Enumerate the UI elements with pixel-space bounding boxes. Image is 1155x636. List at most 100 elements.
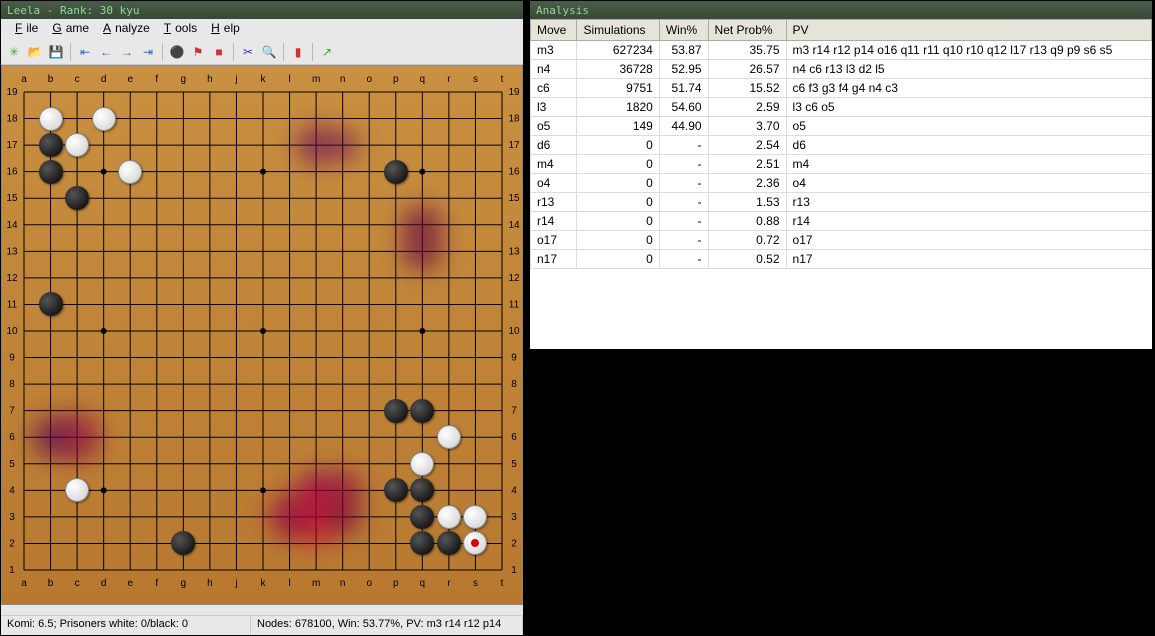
svg-text:n: n	[340, 578, 346, 589]
svg-text:12: 12	[508, 273, 520, 284]
search-icon[interactable]: 🔍	[260, 43, 278, 61]
open-icon[interactable]: 📂	[26, 43, 44, 61]
svg-text:1: 1	[511, 565, 517, 576]
menu-tools[interactable]: Tools	[156, 21, 201, 37]
stone-d18[interactable]	[92, 107, 116, 131]
stone-b16[interactable]	[39, 160, 63, 184]
menu-help[interactable]: Help	[203, 21, 244, 37]
svg-text:h: h	[207, 578, 213, 589]
col-win[interactable]: Win%	[659, 20, 708, 41]
stone-q5[interactable]	[410, 452, 434, 476]
svg-text:2: 2	[511, 538, 517, 549]
table-row[interactable]: n170-0.52n17	[531, 250, 1152, 269]
col-pv[interactable]: PV	[786, 20, 1151, 41]
table-row[interactable]: r130-1.53r13	[531, 193, 1152, 212]
toolbar: ✳📂💾 ⇤←→⇥ ⚫⚑■ ✂🔍 ▮ ↗	[1, 39, 523, 65]
svg-text:7: 7	[9, 406, 15, 417]
stone-p7[interactable]	[384, 399, 408, 423]
svg-text:o: o	[366, 578, 372, 589]
stone-q4[interactable]	[410, 478, 434, 502]
svg-text:4: 4	[511, 485, 517, 496]
menu-game[interactable]: Game	[44, 21, 93, 37]
table-row[interactable]: d60-2.54d6	[531, 136, 1152, 155]
svg-text:k: k	[261, 578, 267, 589]
svg-text:p: p	[393, 74, 399, 85]
heat-l3	[267, 494, 312, 539]
stone-r2[interactable]	[437, 531, 461, 555]
svg-text:14: 14	[6, 220, 18, 231]
svg-text:e: e	[127, 578, 133, 589]
svg-text:17: 17	[508, 140, 520, 151]
svg-text:g: g	[181, 578, 187, 589]
main-title: Leela - Rank: 30 kyu	[1, 1, 523, 19]
svg-text:13: 13	[6, 246, 18, 257]
table-row[interactable]: c6975151.7415.52c6 f3 g3 f4 g4 n4 c3	[531, 79, 1152, 98]
svg-text:8: 8	[511, 379, 517, 390]
svg-text:6: 6	[9, 432, 15, 443]
svg-text:b: b	[48, 578, 54, 589]
table-row[interactable]: o170-0.72o17	[531, 231, 1152, 250]
table-row[interactable]: r140-0.88r14	[531, 212, 1152, 231]
status-nodes: Nodes: 678100, Win: 53.77%, PV: m3 r14 r…	[251, 616, 523, 635]
stone-b17[interactable]	[39, 133, 63, 157]
svg-text:10: 10	[6, 326, 18, 337]
stone-c4[interactable]	[65, 478, 89, 502]
analysis-title: Analysis	[530, 1, 1152, 19]
last-icon[interactable]: ⇥	[139, 43, 157, 61]
svg-text:c: c	[75, 578, 80, 589]
save-icon[interactable]: 💾	[47, 43, 65, 61]
table-row[interactable]: n43672852.9526.57n4 c6 r13 l3 d2 l5	[531, 60, 1152, 79]
analysis-table[interactable]: MoveSimulationsWin%Net Prob%PV m36272345…	[530, 19, 1152, 269]
play-icon[interactable]: ⚫	[168, 43, 186, 61]
menubar: FileGameAnalyzeToolsHelp	[1, 19, 523, 39]
col-simulations[interactable]: Simulations	[577, 20, 659, 41]
bookmark-icon[interactable]: ▮	[289, 43, 307, 61]
table-row[interactable]: l3182054.602.59l3 c6 o5	[531, 98, 1152, 117]
svg-text:12: 12	[6, 273, 18, 284]
svg-text:7: 7	[511, 406, 517, 417]
stone-c17[interactable]	[65, 133, 89, 157]
svg-text:16: 16	[508, 167, 520, 178]
table-row[interactable]: m40-2.51m4	[531, 155, 1152, 174]
stone-p16[interactable]	[384, 160, 408, 184]
stone-g2[interactable]	[171, 531, 195, 555]
svg-text:r: r	[447, 578, 451, 589]
svg-text:s: s	[473, 74, 478, 85]
table-row[interactable]: o40-2.36o4	[531, 174, 1152, 193]
prev-icon[interactable]: ←	[97, 43, 115, 61]
svg-text:l: l	[288, 578, 290, 589]
col-move[interactable]: Move	[531, 20, 577, 41]
statusbar: Komi: 6.5; Prisoners white: 0/black: 0 N…	[1, 615, 523, 635]
menu-analyze[interactable]: Analyze	[95, 21, 154, 37]
stone-b11[interactable]	[39, 292, 63, 316]
stone-c15[interactable]	[65, 186, 89, 210]
col-netprob[interactable]: Net Prob%	[708, 20, 786, 41]
svg-text:p: p	[393, 578, 399, 589]
stone-b18[interactable]	[39, 107, 63, 131]
computer-icon[interactable]: ⚑	[189, 43, 207, 61]
stone-r3[interactable]	[437, 505, 461, 529]
svg-text:h: h	[207, 74, 213, 85]
svg-text:o: o	[366, 74, 372, 85]
table-row[interactable]: m362723453.8735.75m3 r14 r12 p14 o16 q11…	[531, 41, 1152, 60]
go-board[interactable]: aa1919bb1818cc1717dd1616ee1515ff1414gg13…	[1, 65, 523, 605]
new-icon[interactable]: ✳	[5, 43, 23, 61]
first-icon[interactable]: ⇤	[76, 43, 94, 61]
stone-p4[interactable]	[384, 478, 408, 502]
svg-text:19: 19	[6, 87, 18, 98]
stone-q2[interactable]	[410, 531, 434, 555]
export-icon[interactable]: ↗	[318, 43, 336, 61]
table-row[interactable]: o514944.903.70o5	[531, 117, 1152, 136]
stone-s3[interactable]	[463, 505, 487, 529]
menu-file[interactable]: File	[7, 21, 42, 37]
svg-text:15: 15	[508, 193, 520, 204]
stone-e16[interactable]	[118, 160, 142, 184]
stone-r6[interactable]	[437, 425, 461, 449]
next-icon[interactable]: →	[118, 43, 136, 61]
cut-icon[interactable]: ✂	[239, 43, 257, 61]
stop-icon[interactable]: ■	[210, 43, 228, 61]
svg-text:14: 14	[508, 220, 520, 231]
status-prisoners: Komi: 6.5; Prisoners white: 0/black: 0	[1, 616, 251, 635]
stone-q3[interactable]	[410, 505, 434, 529]
stone-q7[interactable]	[410, 399, 434, 423]
